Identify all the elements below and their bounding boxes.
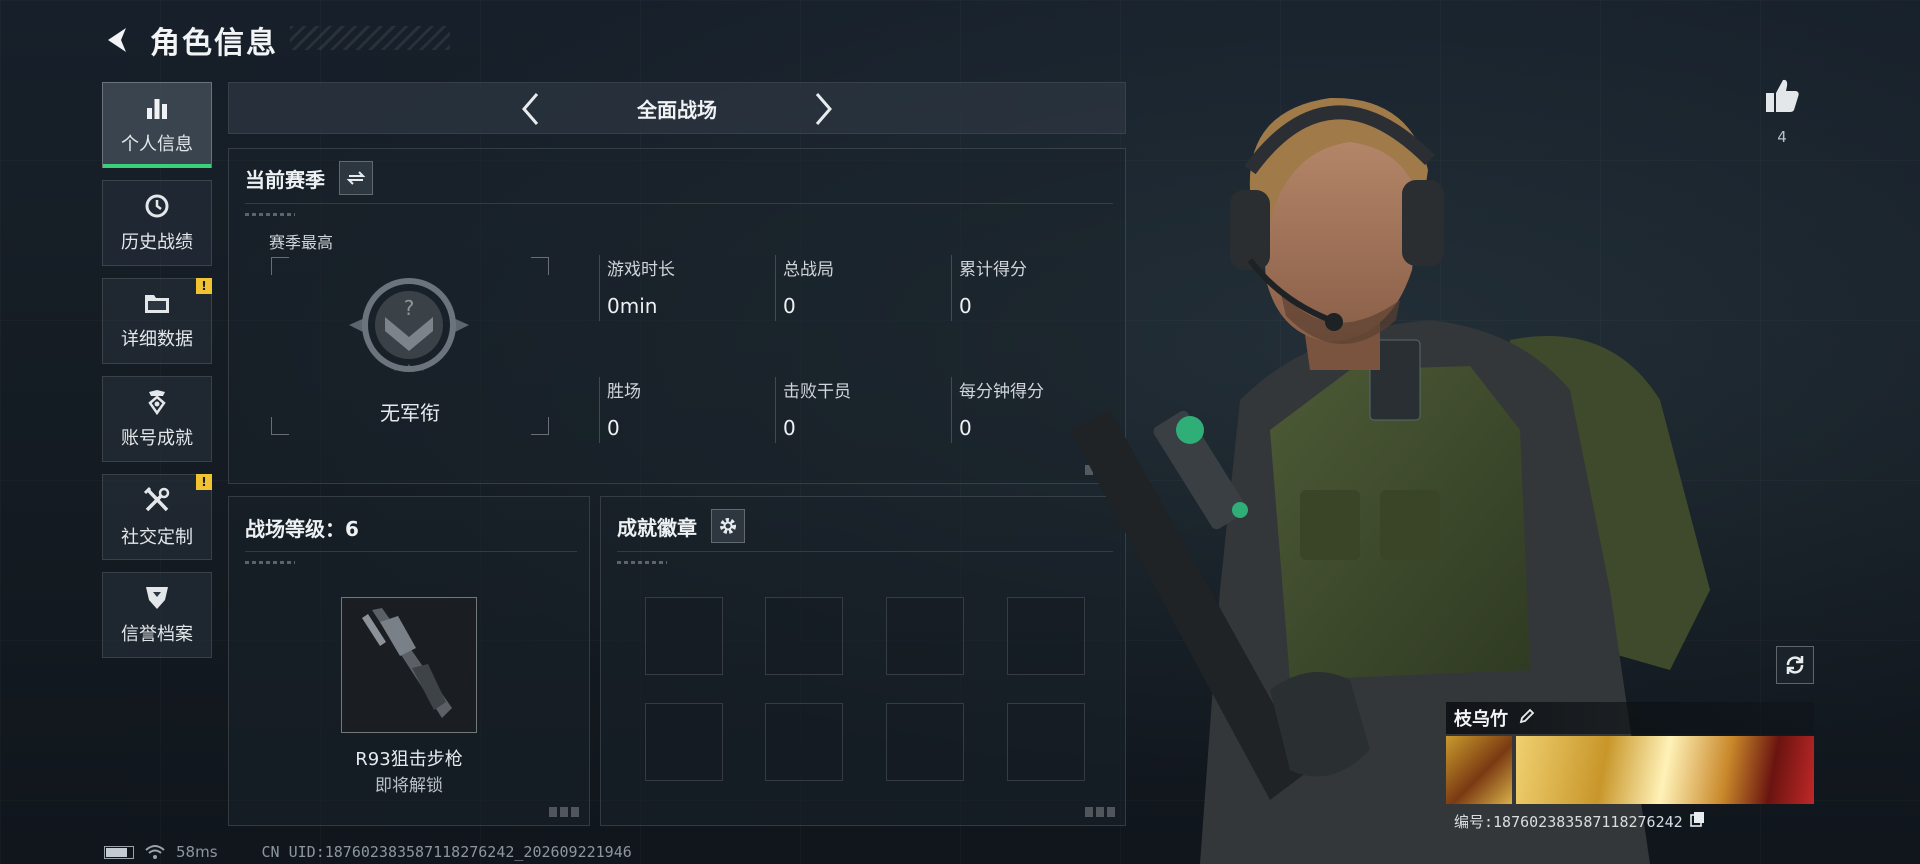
sidebar-item-achievements[interactable]: 账号成就 xyxy=(102,376,212,462)
page-title: 角色信息 xyxy=(150,26,278,61)
shield-icon xyxy=(146,587,168,609)
stat-kills: 击败干员 0 xyxy=(775,377,935,443)
level-header: 战场等级：6 xyxy=(245,513,359,542)
mode-label: 全面战场 xyxy=(637,97,717,122)
decoration xyxy=(245,561,295,564)
like-count: 4 xyxy=(1777,128,1787,146)
sidebar-item-label: 账号成就 xyxy=(121,428,193,449)
sidebar-item-history[interactable]: 历史战绩 xyxy=(102,180,212,266)
battery-icon xyxy=(104,845,134,859)
rank-frame: ? ★ ★ ★ 无军衔 xyxy=(271,257,549,435)
chevron-right-icon xyxy=(815,93,832,125)
sidebar-item-label: 信誉档案 xyxy=(121,624,193,645)
weapon-reward-card[interactable] xyxy=(341,597,477,733)
back-button[interactable] xyxy=(100,22,136,58)
sidebar-item-label: 个人信息 xyxy=(121,134,193,155)
chevron-left-icon xyxy=(522,93,539,125)
svg-text:?: ? xyxy=(404,296,415,320)
weapon-status: 即将解锁 xyxy=(375,776,443,796)
alert-badge: ! xyxy=(196,278,212,294)
weapon-name: R93狙击步枪 xyxy=(355,749,463,770)
stat-wins: 胜场 0 xyxy=(599,377,759,443)
badge-slot[interactable] xyxy=(765,597,843,675)
pencil-icon xyxy=(1519,708,1535,724)
sidebar: 个人信息 历史战绩 ! 详细数据 账号成就 ! 社交定制 信誉档案 xyxy=(102,82,212,670)
player-nameplate: 枝乌竹 编号:187602383587118276242 xyxy=(1446,702,1814,832)
achievement-badges-panel: 成就徽章 xyxy=(600,496,1126,826)
uid-text: CN UID:187602383587118276242_20260922194… xyxy=(261,843,632,861)
copy-icon xyxy=(1689,812,1704,827)
sniper-rifle-icon xyxy=(362,608,452,718)
copy-id-button[interactable] xyxy=(1689,810,1707,832)
folder-icon xyxy=(145,295,169,313)
banner-card xyxy=(1516,736,1814,804)
sidebar-item-label: 历史战绩 xyxy=(121,232,193,253)
like-widget: 4 xyxy=(1760,76,1804,146)
stat-play-time: 游戏时长 0min xyxy=(599,255,759,321)
refresh-button[interactable] xyxy=(1776,646,1814,684)
divider xyxy=(245,551,577,552)
sidebar-item-credit[interactable]: 信誉档案 xyxy=(102,572,212,658)
badges-header: 成就徽章 xyxy=(617,509,745,543)
rank-emblem-icon: ? ★ ★ ★ xyxy=(349,278,469,374)
wifi-icon xyxy=(145,845,165,859)
player-id: 编号:187602383587118276242 xyxy=(1454,812,1683,831)
sidebar-item-social[interactable]: ! 社交定制 xyxy=(102,474,212,560)
name-row: 枝乌竹 xyxy=(1446,702,1814,734)
badge-slot[interactable] xyxy=(645,597,723,675)
like-button[interactable] xyxy=(1760,76,1804,120)
badge-slot[interactable] xyxy=(765,703,843,781)
banner-emblem xyxy=(1446,736,1512,804)
decoration xyxy=(617,561,667,564)
stat-total-matches: 总战局 0 xyxy=(775,255,935,321)
svg-text:★ ★ ★: ★ ★ ★ xyxy=(392,363,425,374)
sidebar-item-label: 社交定制 xyxy=(121,527,193,548)
divider xyxy=(617,551,1113,552)
badge-settings-button[interactable] xyxy=(711,509,745,543)
alert-badge: ! xyxy=(196,474,212,490)
rank-caption: 赛季最高 xyxy=(269,233,334,252)
achievement-icon xyxy=(148,390,166,416)
clock-icon xyxy=(145,194,169,218)
ping-value: 58ms xyxy=(176,843,218,861)
badge-slot[interactable] xyxy=(886,597,964,675)
status-bar: 58ms CN UID:187602383587118276242_202609… xyxy=(104,843,632,861)
season-header: 当前赛季 xyxy=(245,161,373,195)
sidebar-item-personal-info[interactable]: 个人信息 xyxy=(102,82,212,168)
battlefield-level-panel: 战场等级：6 R93狙击步枪 即将解锁 xyxy=(228,496,590,826)
badges-title: 成就徽章 xyxy=(617,515,697,540)
switch-season-button[interactable] xyxy=(339,161,373,195)
season-title: 当前赛季 xyxy=(245,167,325,192)
mode-prev-button[interactable] xyxy=(513,91,549,127)
gear-icon xyxy=(720,518,736,534)
header: 角色信息 xyxy=(100,18,278,62)
level-title: 战场等级：6 xyxy=(245,517,359,541)
mode-next-button[interactable] xyxy=(805,91,841,127)
back-arrow-icon xyxy=(108,28,126,52)
edit-name-button[interactable] xyxy=(1518,707,1536,729)
sidebar-item-label: 详细数据 xyxy=(121,329,193,350)
mode-switcher: 全面战场 xyxy=(228,82,1126,134)
tools-icon xyxy=(143,486,170,512)
sidebar-item-detailed-data[interactable]: ! 详细数据 xyxy=(102,278,212,364)
refresh-icon xyxy=(1786,656,1804,674)
badge-slot[interactable] xyxy=(645,703,723,781)
title-decoration xyxy=(290,26,450,50)
divider xyxy=(245,203,1113,204)
thumbs-up-icon xyxy=(1766,79,1799,112)
player-name: 枝乌竹 xyxy=(1454,709,1508,730)
bar-chart-icon xyxy=(147,99,167,119)
season-panel: 当前赛季 赛季最高 ? ★ ★ ★ 无军衔 游戏时长 0min 总战局 0 累计… xyxy=(228,148,1126,484)
decoration xyxy=(245,213,295,216)
player-id-row: 编号:187602383587118276242 xyxy=(1446,810,1814,832)
player-banner[interactable] xyxy=(1446,736,1814,804)
decoration xyxy=(549,807,579,817)
badge-slot[interactable] xyxy=(886,703,964,781)
rank-name: 无军衔 xyxy=(380,401,440,425)
switch-arrows-icon xyxy=(346,171,366,185)
